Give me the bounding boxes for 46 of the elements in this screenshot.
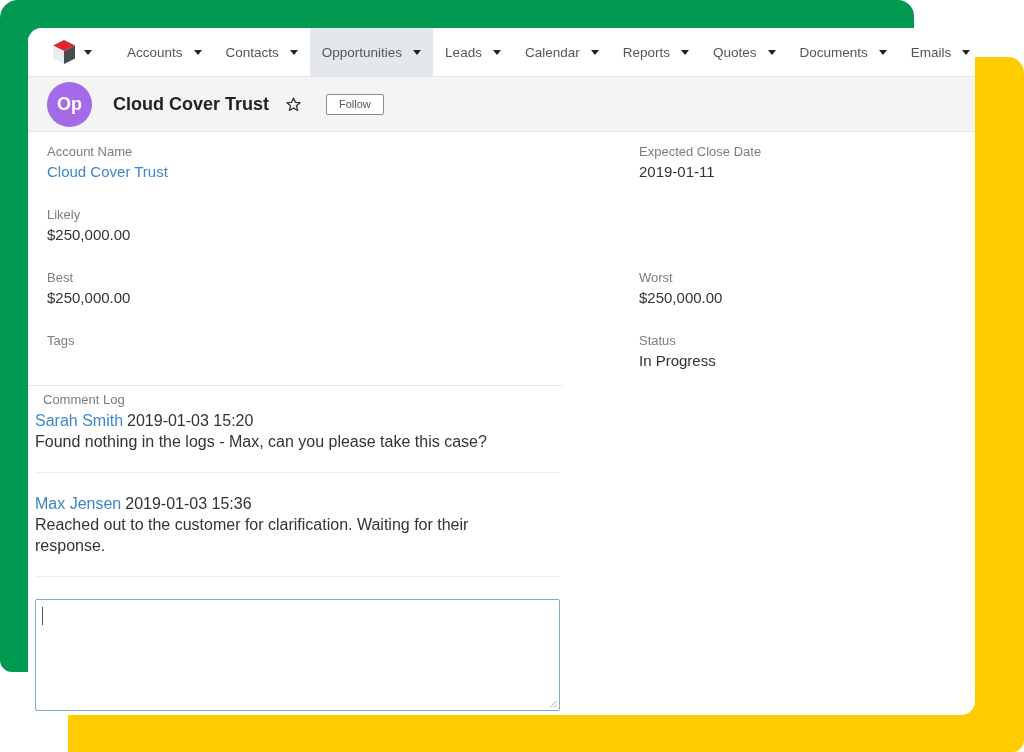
nav-tab[interactable]: Documents [787, 28, 899, 76]
field-label: Expected Close Date [639, 144, 762, 159]
field-label: Account Name [47, 144, 133, 159]
nav-tab[interactable]: Opportunities [309, 28, 434, 76]
nav-tab[interactable]: Emails [898, 28, 975, 76]
caret-icon [193, 49, 202, 55]
caret-icon [413, 49, 422, 55]
field-value: $250,000.00 [639, 289, 723, 306]
follow-button[interactable]: Follow [326, 93, 384, 115]
author-link[interactable]: Sarah Smith [35, 410, 124, 431]
text-cursor-icon [42, 607, 43, 625]
comment-time: 2019-01-03 15:20 [127, 411, 254, 431]
comment-input-field[interactable] [35, 599, 560, 711]
author-link[interactable]: Max Jensen [35, 493, 122, 514]
caret-icon [590, 49, 599, 55]
comment-text: Found nothing in the logs - Max, can you please take this case? [35, 432, 488, 452]
nav-tab[interactable]: Reports [610, 28, 701, 76]
field-value: $250,000.00 [47, 226, 131, 243]
resize-grip-icon[interactable] [549, 700, 557, 708]
nav-tab[interactable]: Leads [433, 28, 513, 76]
section-label: Comment Log [43, 392, 125, 408]
comment-time: 2019-01-03 15:36 [125, 494, 252, 514]
field-value: $250,000.00 [47, 289, 131, 306]
caret-icon [289, 49, 298, 55]
cube-logo-icon [52, 39, 76, 65]
caret-icon [681, 49, 689, 55]
star-icon[interactable] [286, 96, 301, 112]
caret-icon [767, 49, 776, 55]
nav-tab[interactable]: Calendar [512, 28, 611, 76]
record-title: Cloud Cover Trust [113, 93, 269, 115]
caret-icon [962, 49, 971, 55]
account-link[interactable]: Cloud Cover Trust [47, 163, 168, 180]
record-avatar: Op [47, 81, 92, 127]
comment-text: Reached out to the customer for clarification. Waiting for their response. [35, 515, 470, 556]
caret-icon [84, 49, 92, 55]
nav-tab[interactable]: Accounts [115, 28, 214, 76]
field-label: Likely [47, 207, 81, 222]
caret-icon [492, 49, 501, 55]
field-label: Status [639, 333, 676, 348]
caret-icon [878, 49, 887, 55]
field-value: In Progress [639, 352, 716, 369]
field-value: 2019-01-11 [639, 163, 715, 180]
field-label: Best [47, 270, 73, 285]
field-label: Worst [639, 270, 673, 285]
nav-tab[interactable]: Quotes [701, 28, 788, 76]
nav-tab[interactable]: Contacts [213, 28, 310, 76]
